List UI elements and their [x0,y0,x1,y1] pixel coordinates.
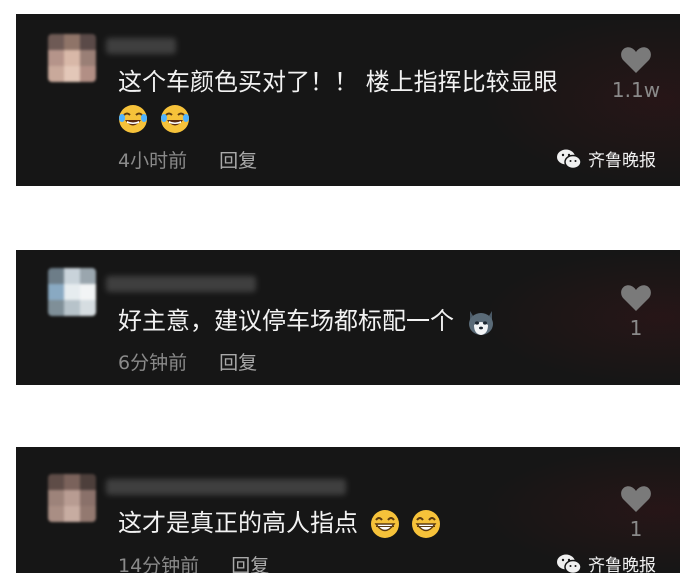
like-count: 1 [629,316,643,340]
comment-text-line: 这才是真正的高人指点 [118,507,441,539]
wechat-icon [557,149,582,169]
comment-text: 好主意，建议停车场都标配一个 [118,307,454,335]
like-button[interactable]: 1 [606,485,666,541]
heart-icon[interactable] [620,284,652,312]
watermark-text: 齐鲁晚报 [588,151,656,171]
comment-card: 好主意，建议停车场都标配一个 6分钟前 回复 1 [16,250,680,385]
comment-text: 这才是真正的高人指点 [118,509,358,537]
comment-meta: 4小时前 回复 [118,146,257,173]
comment-meta: 6分钟前 回复 [118,348,257,375]
username-redacted[interactable] [106,479,346,495]
username-redacted[interactable] [106,38,176,54]
username-redacted[interactable] [106,276,256,292]
like-button[interactable]: 1.1w [606,46,666,102]
comment-emoji-line [118,102,190,134]
reply-button[interactable]: 回复 [219,352,257,374]
laugh-cry-emoji [160,105,189,133]
heart-icon[interactable] [620,46,652,74]
avatar[interactable] [48,474,96,522]
avatar[interactable] [48,268,96,316]
comment-card: 这个车颜色买对了！！ 楼上指挥比较显眼 4小时前 回复 1.1w 齐鲁晚报 [16,14,680,186]
watermark: 齐鲁晚报 [556,551,656,573]
wechat-icon [557,554,582,573]
reply-button[interactable]: 回复 [231,555,269,573]
reply-button[interactable]: 回复 [219,150,257,172]
like-count: 1 [629,517,643,541]
comment-time: 4小时前 [118,150,188,172]
heart-icon[interactable] [620,485,652,513]
comment-text: 这个车颜色买对了！！ 楼上指挥比较显眼 [118,68,558,96]
comment-card: 这才是真正的高人指点 14分钟前 回复 1 齐鲁晚报 [16,447,680,573]
husky-dog-emoji [468,311,493,335]
laugh-cry-emoji [119,105,147,133]
comment-time: 14分钟前 [118,555,200,573]
comment-time: 6分钟前 [118,352,188,374]
like-count: 1.1w [611,78,661,102]
comment-text-line: 好主意，建议停车场都标配一个 [118,305,496,337]
comment-meta: 14分钟前 回复 [118,551,269,573]
watermark: 齐鲁晚报 [556,146,656,171]
watermark-text: 齐鲁晚报 [588,556,656,573]
grin-emoji [370,510,399,538]
grin-emoji [412,510,441,538]
comment-text-line: 这个车颜色买对了！！ 楼上指挥比较显眼 [118,66,558,98]
avatar[interactable] [48,34,96,82]
like-button[interactable]: 1 [606,284,666,340]
